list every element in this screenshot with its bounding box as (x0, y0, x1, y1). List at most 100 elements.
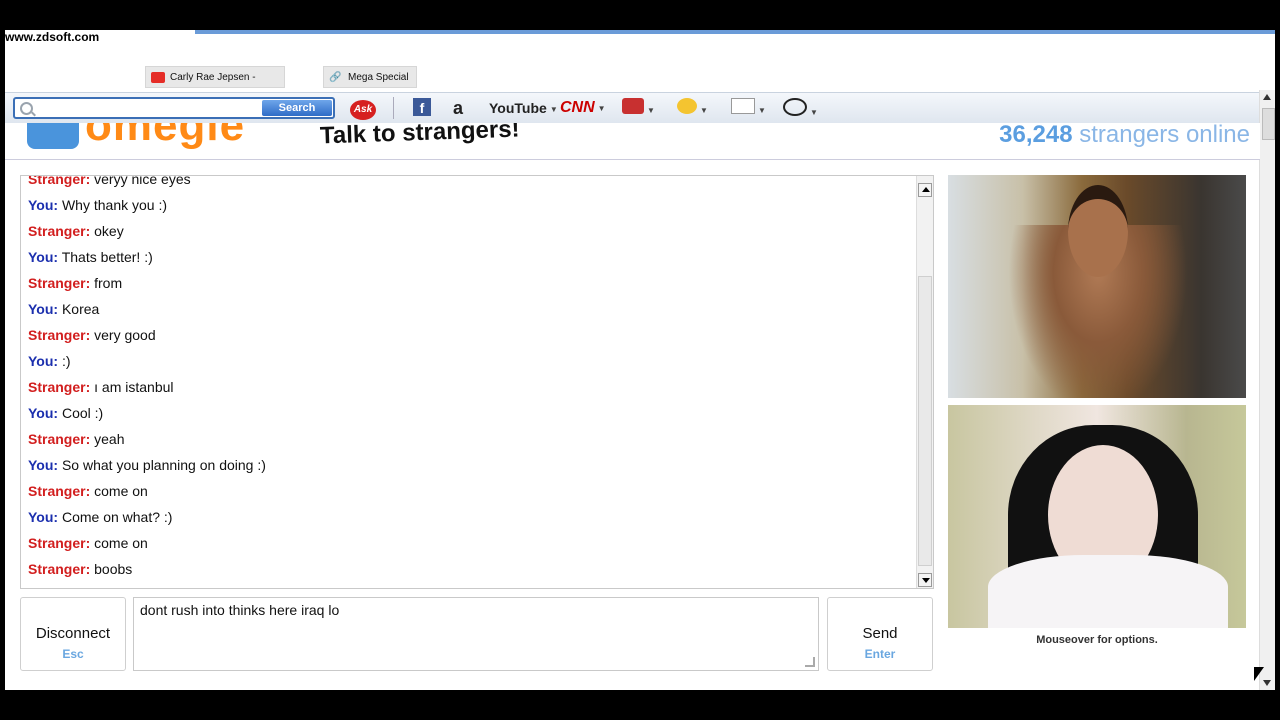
scroll-down-icon[interactable] (918, 573, 932, 587)
message-sender: You: (28, 249, 59, 265)
message-text: very good (94, 327, 156, 343)
chevron-down-icon: ▼ (810, 107, 818, 117)
message-row: Stranger: very good (28, 322, 908, 348)
message-text: :) (61, 353, 71, 369)
browser-window: Carly Rae Jepsen - Ca... 🔗 Mega Special … (5, 30, 1275, 690)
browser-toolbar: Search Ask f a YouTube ▼ CNN ▼ ▼ ▼ ▼ ▼ (5, 92, 1275, 124)
self-video[interactable] (948, 405, 1246, 628)
message-input[interactable] (138, 600, 812, 670)
message-sender: You: (28, 353, 59, 369)
message-sender: You: (28, 457, 59, 473)
mail-menu[interactable]: ▼ (731, 98, 766, 118)
bookmark-youtube[interactable]: Carly Rae Jepsen - Ca... (145, 66, 285, 105)
toolbar-divider (393, 97, 394, 119)
mail-icon (731, 98, 755, 114)
message-text: Why thank you :) (61, 197, 168, 213)
send-label: Send (862, 625, 898, 642)
facebook-icon[interactable]: f (413, 98, 431, 118)
message-text: okey (94, 223, 124, 239)
cnn-menu[interactable]: CNN ▼ (560, 98, 606, 118)
message-text: Korea (61, 301, 100, 317)
message-row: Stranger: come on (28, 530, 908, 556)
chat-scroll-thumb[interactable] (918, 276, 932, 566)
send-hint: Enter (864, 647, 896, 661)
message-text: from (94, 275, 123, 291)
weather-icon (677, 98, 697, 114)
stranger-video-feed (1008, 185, 1188, 398)
page-scroll-thumb[interactable] (1262, 108, 1275, 140)
page-scrollbar[interactable] (1259, 90, 1275, 690)
message-sender: You: (28, 509, 59, 525)
message-row: You: Korea (28, 296, 908, 322)
message-sender: Stranger: (28, 327, 91, 343)
dice-icon (622, 98, 644, 114)
message-sender: You: (28, 301, 59, 317)
chat-bubble-icon (27, 123, 79, 149)
ask-icon[interactable]: Ask (350, 98, 376, 120)
mouse-cursor-icon (1254, 667, 1264, 681)
message-sender: Stranger: (28, 275, 91, 291)
link-icon: 🔗 (329, 72, 342, 83)
message-row: Stranger: from (28, 270, 908, 296)
message-sender: Stranger: (28, 561, 91, 577)
chat-log: Stranger: veryy nice eyes You: Why thank… (20, 175, 934, 589)
search-icon (20, 102, 33, 115)
title-bar-accent (195, 30, 1275, 34)
resize-grip-icon[interactable] (805, 657, 815, 667)
toolbar-search-input[interactable] (37, 100, 266, 118)
shirt-shape (988, 555, 1228, 628)
chevron-down-icon: ▼ (758, 105, 766, 115)
scroll-up-icon[interactable] (1263, 94, 1271, 100)
scroll-down-icon[interactable] (1263, 680, 1271, 686)
message-text: come on (94, 535, 148, 551)
watermark-text: www.zdsoft.com (5, 30, 100, 44)
message-row: You: So what you planning on doing :) (28, 452, 908, 478)
message-text: yeah (94, 431, 125, 447)
tagline: Talk to strangers! (319, 123, 521, 150)
disconnect-hint: Esc (62, 647, 84, 661)
youtube-menu[interactable]: YouTube ▼ (489, 98, 558, 118)
chevron-down-icon: ▼ (647, 105, 655, 115)
games-menu[interactable]: ▼ (622, 98, 655, 118)
message-sender: Stranger: (28, 535, 91, 551)
message-sender: You: (28, 405, 59, 421)
video-options-hint: Mouseover for options. (1036, 634, 1158, 646)
disconnect-button[interactable]: Disconnect Esc (20, 597, 126, 671)
message-text: boobs (94, 561, 133, 577)
message-row: Stranger: veryy nice eyes (28, 175, 908, 192)
message-row: You: Thats better! :) (28, 244, 908, 270)
message-row: Stranger: yeah (28, 426, 908, 452)
message-text: Come on what? :) (61, 509, 173, 525)
message-text: come on (94, 483, 148, 499)
message-row: Stranger: boobs (28, 556, 908, 582)
scroll-up-icon[interactable] (918, 183, 932, 197)
chat-scrollbar[interactable] (916, 176, 933, 588)
message-sender: Stranger: (28, 175, 91, 187)
stranger-video[interactable] (948, 175, 1246, 398)
disconnect-label: Disconnect (35, 625, 111, 642)
person-icon (1068, 185, 1128, 277)
youtube-icon (151, 72, 165, 83)
message-text: ı am istanbul (94, 379, 174, 395)
chevron-down-icon: ▼ (549, 104, 558, 114)
speed-menu[interactable]: ▼ (783, 98, 818, 118)
message-row: You: :) (28, 348, 908, 374)
online-count: 36,248 (999, 123, 1073, 148)
toolbar-search: Search (13, 97, 335, 119)
chevron-down-icon: ▼ (597, 103, 606, 113)
message-sender: Stranger: (28, 431, 91, 447)
message-row: Stranger: come on (28, 478, 908, 504)
weather-menu[interactable]: ▼ (677, 98, 708, 118)
online-label: strangers online (1079, 123, 1250, 148)
amazon-icon[interactable]: a (453, 98, 463, 118)
send-button[interactable]: Send Enter (827, 597, 933, 671)
search-button[interactable]: Search (262, 100, 332, 116)
bookmark-mega-special[interactable]: 🔗 Mega Special I (323, 66, 417, 105)
message-input-box (133, 597, 819, 671)
message-list: Stranger: veryy nice eyes You: Why thank… (28, 175, 908, 582)
message-sender: You: (28, 197, 59, 213)
online-counter: 36,248 strangers online (999, 123, 1250, 149)
message-row: You: Come on what? :) (28, 504, 908, 530)
message-text: Cool :) (61, 405, 104, 421)
message-text: veryy nice eyes (94, 175, 191, 187)
